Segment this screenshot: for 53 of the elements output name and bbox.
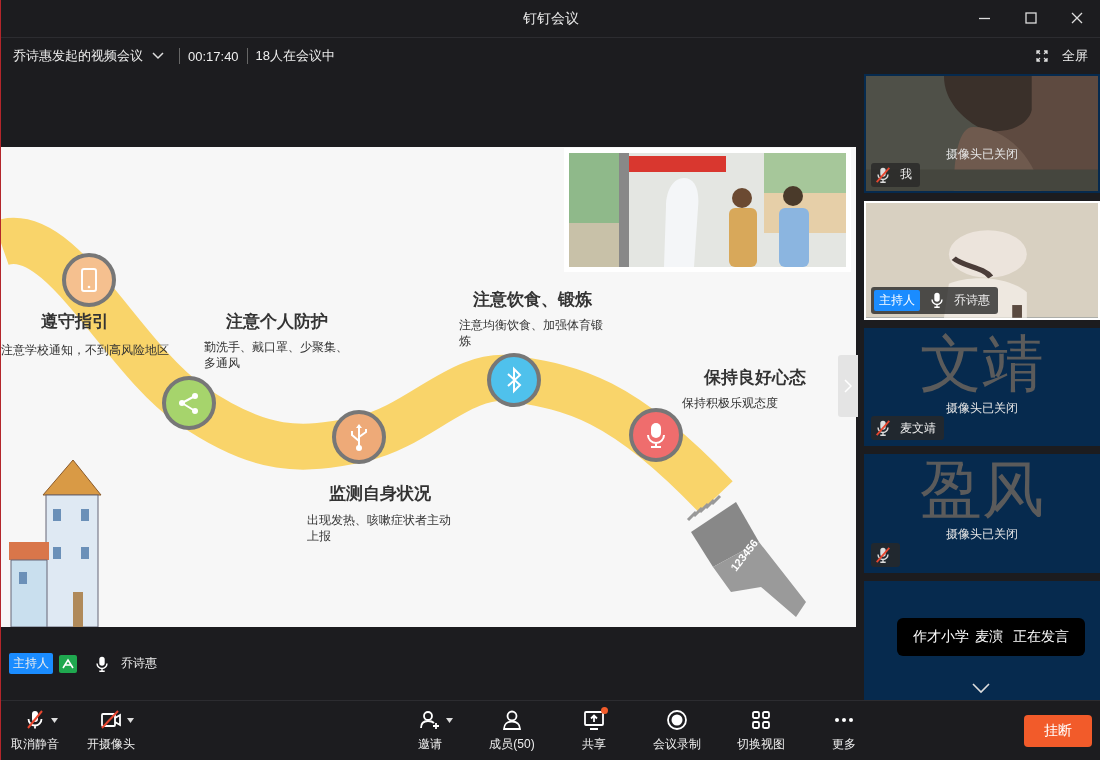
toolbar-button[interactable]: 切换视图 (731, 704, 791, 757)
window-title: 钉钉会议 (522, 9, 579, 28)
fullscreen-icon (1036, 50, 1048, 62)
record-icon (665, 708, 689, 732)
meeting-title-dropdown[interactable]: 乔诗惠发起的视频会议 (13, 47, 165, 65)
video-tile[interactable]: 盈风 摄像头已关闭 (864, 454, 1100, 574)
step-title: 注意个人防护 (226, 311, 328, 333)
participant-name: 麦文靖 (900, 419, 936, 437)
share-screen-icon (582, 708, 606, 732)
step-title: 注意饮食、锻炼 (473, 289, 592, 311)
grid-icon (749, 708, 773, 732)
presenter-name: 乔诗惠 (121, 655, 157, 672)
fullscreen-button[interactable]: 全屏 (1036, 47, 1088, 65)
toolbar-button[interactable]: 共享 (565, 704, 623, 757)
video-tile[interactable]: 主持人 乔诗惠 (864, 200, 1100, 320)
host-badge: 主持人 (874, 289, 920, 311)
host-badge: 主持人 (9, 653, 53, 674)
step-title: 保持良好心态 (704, 367, 806, 389)
camera-off-status: 摄像头已关闭 (946, 146, 1018, 163)
speaker-name: 麦演 (975, 628, 1003, 646)
avatar-name: 盈风 (920, 458, 1044, 523)
chevron-down-icon (151, 51, 165, 61)
step-description: 出现发热、咳嗽症状者主动上报 (307, 512, 452, 544)
screen-share-icon (59, 654, 77, 673)
video-tile[interactable]: 文靖 摄像头已关闭 麦文靖 (864, 327, 1100, 447)
step-title: 监测自身状况 (329, 483, 431, 505)
step-description: 保持积极乐观态度 (682, 395, 779, 411)
chevron-right-icon (844, 379, 852, 393)
camera-off-status: 摄像头已关闭 (946, 399, 1018, 417)
toolbar-button[interactable]: 更多 (815, 704, 873, 757)
user-icon (500, 708, 524, 732)
meeting-duration: 00:17:40 (188, 48, 239, 64)
video-tile[interactable]: 摄像头已关闭 我 (864, 74, 1100, 193)
chevron-down-icon[interactable] (971, 682, 991, 694)
avatar-name: 文靖 (920, 331, 1044, 396)
speaker-school: 作才小学 (913, 628, 969, 646)
mic-off-icon (874, 419, 892, 438)
toolbar-button[interactable]: 取消静音 (5, 704, 65, 757)
toolbar-button[interactable]: 邀请 (401, 704, 459, 757)
participant-name: 乔诗惠 (954, 291, 990, 309)
participant-count: 18人在会议中 (255, 47, 336, 65)
step-description: 注意均衡饮食、加强体育锻炼 (459, 317, 604, 349)
mic-off-icon (874, 546, 892, 565)
toolbar-button[interactable]: 成员(50) (483, 704, 541, 757)
step-description: 勤洗手、戴口罩、少聚集、多通风 (204, 339, 349, 371)
add-user-icon (418, 708, 442, 732)
speaking-status: 正在发言 (1013, 628, 1069, 646)
camera-off-status: 摄像头已关闭 (946, 526, 1018, 544)
mic-off-icon (874, 165, 892, 184)
more-icon (832, 717, 856, 723)
participant-name: 我 (900, 166, 912, 184)
toolbar-button[interactable]: 会议录制 (647, 704, 707, 757)
toolbar-button[interactable]: 开摄像头 (81, 704, 141, 757)
